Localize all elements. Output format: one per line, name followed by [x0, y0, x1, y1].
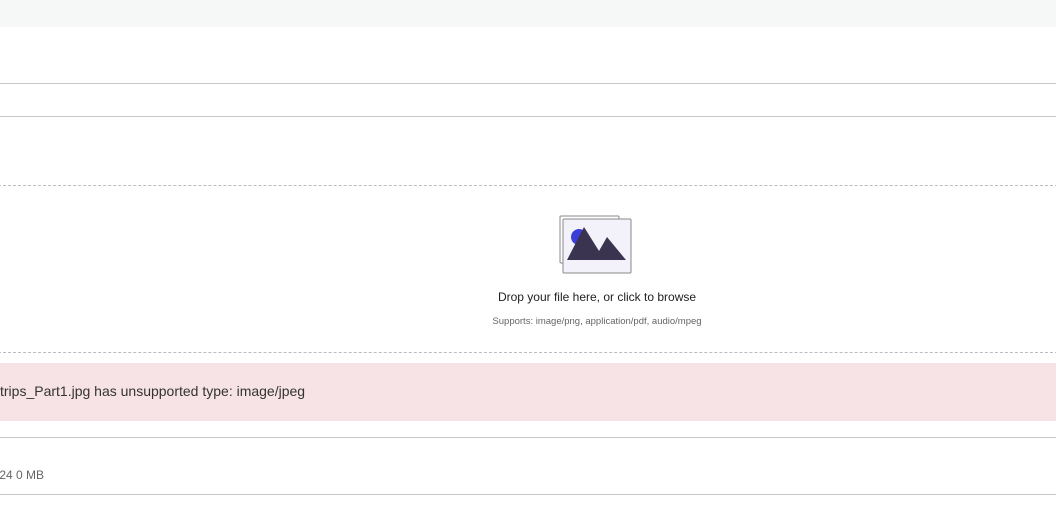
file-dropzone[interactable]	[0, 185, 1056, 353]
dropzone-prompt: Drop your file here, or click to browse	[497, 290, 697, 304]
file-meta: 2024 0 MB	[0, 468, 45, 482]
divider	[0, 83, 1056, 84]
divider	[0, 494, 1056, 495]
error-message: ctrips_Part1.jpg has unsupported type: i…	[0, 383, 306, 399]
divider	[0, 437, 1056, 438]
supported-types-text: Supports: image/png, application/pdf, au…	[492, 316, 702, 327]
divider	[0, 116, 1056, 117]
image-upload-icon[interactable]	[559, 215, 633, 275]
top-toolbar-strip	[0, 0, 1056, 27]
